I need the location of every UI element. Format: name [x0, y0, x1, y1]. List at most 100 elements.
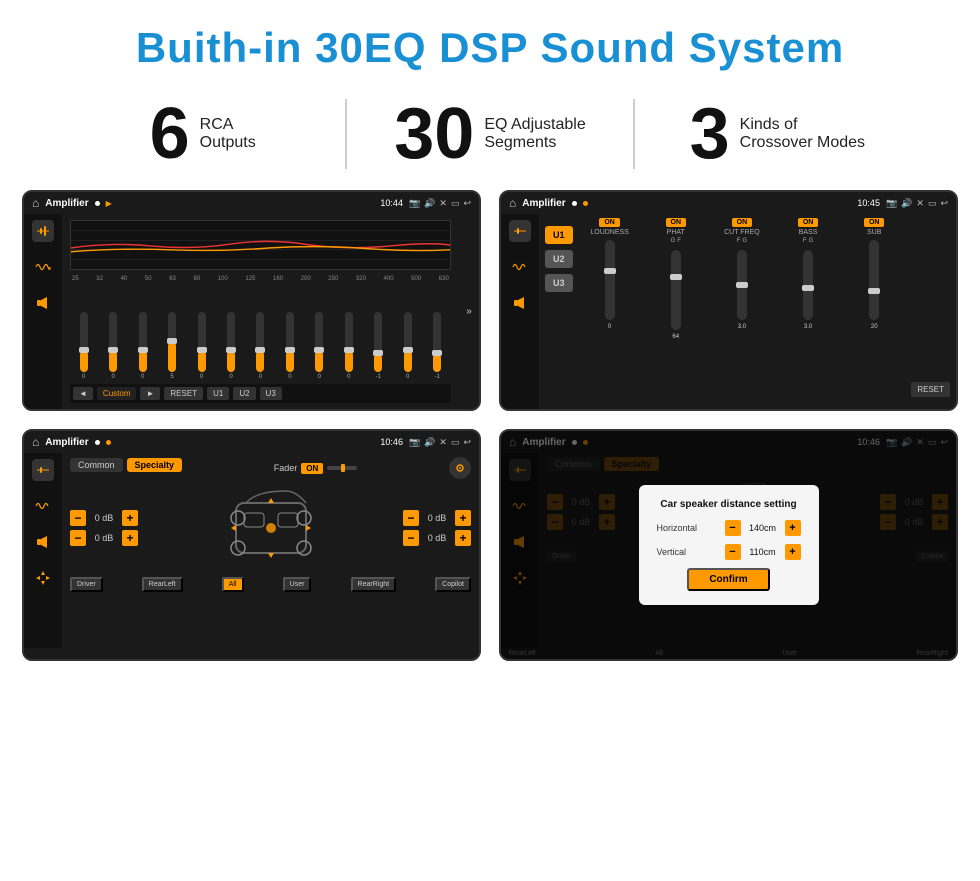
volume-icon-3: 🔊 [424, 437, 435, 448]
next-btn[interactable]: ► [140, 387, 160, 400]
copilot-btn[interactable]: Copilot [435, 577, 471, 592]
db-minus-bl[interactable]: − [70, 530, 86, 546]
rearleft-btn[interactable]: RearLeft [142, 577, 183, 592]
slider-track-2 [139, 312, 147, 372]
time-1: 10:44 [380, 198, 403, 208]
u3-btn[interactable]: U3 [260, 387, 282, 400]
eq-val-12: -1 [434, 374, 439, 380]
db-minus-tl[interactable]: − [70, 510, 86, 526]
horizontal-plus[interactable]: + [785, 520, 801, 536]
speaker-icon-2[interactable] [509, 292, 531, 314]
db-minus-br[interactable]: − [403, 530, 419, 546]
prev-btn[interactable]: ◄ [73, 387, 93, 400]
eq-slider-6[interactable]: 0 [256, 312, 264, 380]
u3-select[interactable]: U3 [545, 274, 573, 292]
db-plus-bl[interactable]: + [122, 530, 138, 546]
ch-bass-thumb [802, 285, 814, 291]
slider-track-11 [404, 312, 412, 372]
slider-fill-1 [109, 351, 117, 372]
stats-row: 6 RCA Outputs 30 EQ Adjustable Segments … [0, 88, 980, 190]
minimize-icon-3: ▭ [451, 437, 460, 448]
slider-fill-12 [433, 354, 441, 372]
eq-sliders: 0 0 0 5 0 0 0 [70, 286, 451, 380]
eq-icon-2[interactable] [509, 220, 531, 242]
all-btn[interactable]: All [222, 577, 244, 592]
crossover-channels: ON LOUDNESS 0 ON PHAT GF [579, 218, 906, 405]
eq-val-4: 0 [200, 374, 203, 380]
back-icon-2: ↩ [940, 198, 948, 209]
confirm-button[interactable]: Confirm [687, 568, 769, 591]
wave-icon-2[interactable] [509, 256, 531, 278]
side-panel-1 [24, 214, 62, 409]
eq-slider-4[interactable]: 0 [198, 312, 206, 380]
user-btn[interactable]: User [283, 577, 312, 592]
slider-thumb-10 [373, 350, 383, 356]
db-minus-tr[interactable]: − [403, 510, 419, 526]
eq-slider-11[interactable]: 0 [404, 312, 412, 380]
slider-thumb-3 [167, 338, 177, 344]
fader-main: Common Specialty Fader ON [62, 453, 479, 648]
vertical-minus[interactable]: − [725, 544, 741, 560]
tab-common[interactable]: Common [70, 458, 123, 472]
eq-slider-12[interactable]: -1 [433, 312, 441, 380]
wave-icon-3[interactable] [32, 495, 54, 517]
eq-slider-7[interactable]: 0 [286, 312, 294, 380]
arrows-icon-3[interactable] [32, 567, 54, 589]
eq-slider-5[interactable]: 0 [227, 312, 235, 380]
ch-phat-slider[interactable] [671, 250, 681, 330]
tab-specialty[interactable]: Specialty [127, 458, 183, 472]
slider-track-9 [345, 312, 353, 372]
ch-cutfreq-slider[interactable] [737, 250, 747, 320]
eq-slider-10[interactable]: -1 [374, 312, 382, 380]
u1-select[interactable]: U1 [545, 226, 573, 244]
driver-btn[interactable]: Driver [70, 577, 103, 592]
icons-right-1: 📷 🔊 ✕ ▭ ↩ [409, 198, 471, 209]
db-plus-br[interactable]: + [455, 530, 471, 546]
ch-sub-slider[interactable] [869, 240, 879, 320]
eq-slider-9[interactable]: 0 [345, 312, 353, 380]
rearright-btn[interactable]: RearRight [351, 577, 397, 592]
u2-select[interactable]: U2 [545, 250, 573, 268]
db-plus-tr[interactable]: + [455, 510, 471, 526]
icons-right-3: 📷 🔊 ✕ ▭ ↩ [409, 437, 471, 448]
crossover-main: U1 U2 U3 ON LOUDNESS 0 [539, 214, 956, 409]
fader-top-row: Common Specialty Fader ON [70, 457, 471, 479]
wave-icon[interactable] [32, 256, 54, 278]
eq-icon-3[interactable] [32, 459, 54, 481]
status-dot-3 [95, 440, 100, 445]
eq-slider-8[interactable]: 0 [315, 312, 323, 380]
fader-tabs: Common Specialty [70, 458, 182, 472]
ch-bass-slider[interactable] [803, 250, 813, 320]
ch-loudness-val: 0 [608, 324, 611, 330]
ch-loudness-on: ON [599, 218, 620, 227]
custom-label[interactable]: Custom [97, 387, 137, 400]
eq-slider-3[interactable]: 5 [168, 312, 176, 380]
db-control-tl: − 0 dB + [70, 510, 138, 526]
speaker-icon[interactable] [32, 292, 54, 314]
bass-fg: FG [803, 238, 813, 244]
eq-slider-0[interactable]: 0 [80, 312, 88, 380]
reset-btn[interactable]: RESET [164, 387, 203, 400]
slider-fill-7 [286, 351, 294, 372]
ch-phat: ON PHAT GF 64 [645, 218, 707, 405]
dialog-overlay: Car speaker distance setting Horizontal … [501, 431, 956, 659]
settings-icon-circle[interactable] [449, 457, 471, 479]
screen1-content: 2532405063 80100125160200 25032040050063… [24, 214, 479, 409]
home-icon-3: ⌂ [32, 435, 39, 449]
ch-loudness-slider[interactable] [605, 240, 615, 320]
speaker-icon-3[interactable] [32, 531, 54, 553]
status-dot-1 [95, 201, 100, 206]
horizontal-minus[interactable]: − [725, 520, 741, 536]
db-plus-tl[interactable]: + [122, 510, 138, 526]
u2-btn[interactable]: U2 [233, 387, 255, 400]
vertical-plus[interactable]: + [785, 544, 801, 560]
slider-track-1 [109, 312, 117, 372]
slider-track-8 [315, 312, 323, 372]
eq-slider-1[interactable]: 0 [109, 312, 117, 380]
slider-thumb-9 [344, 347, 354, 353]
eq-slider-2[interactable]: 0 [139, 312, 147, 380]
u1-btn[interactable]: U1 [207, 387, 229, 400]
fader-on-badge: ON [301, 463, 323, 474]
crossover-reset-btn[interactable]: RESET [911, 382, 950, 397]
eq-icon[interactable] [32, 220, 54, 242]
